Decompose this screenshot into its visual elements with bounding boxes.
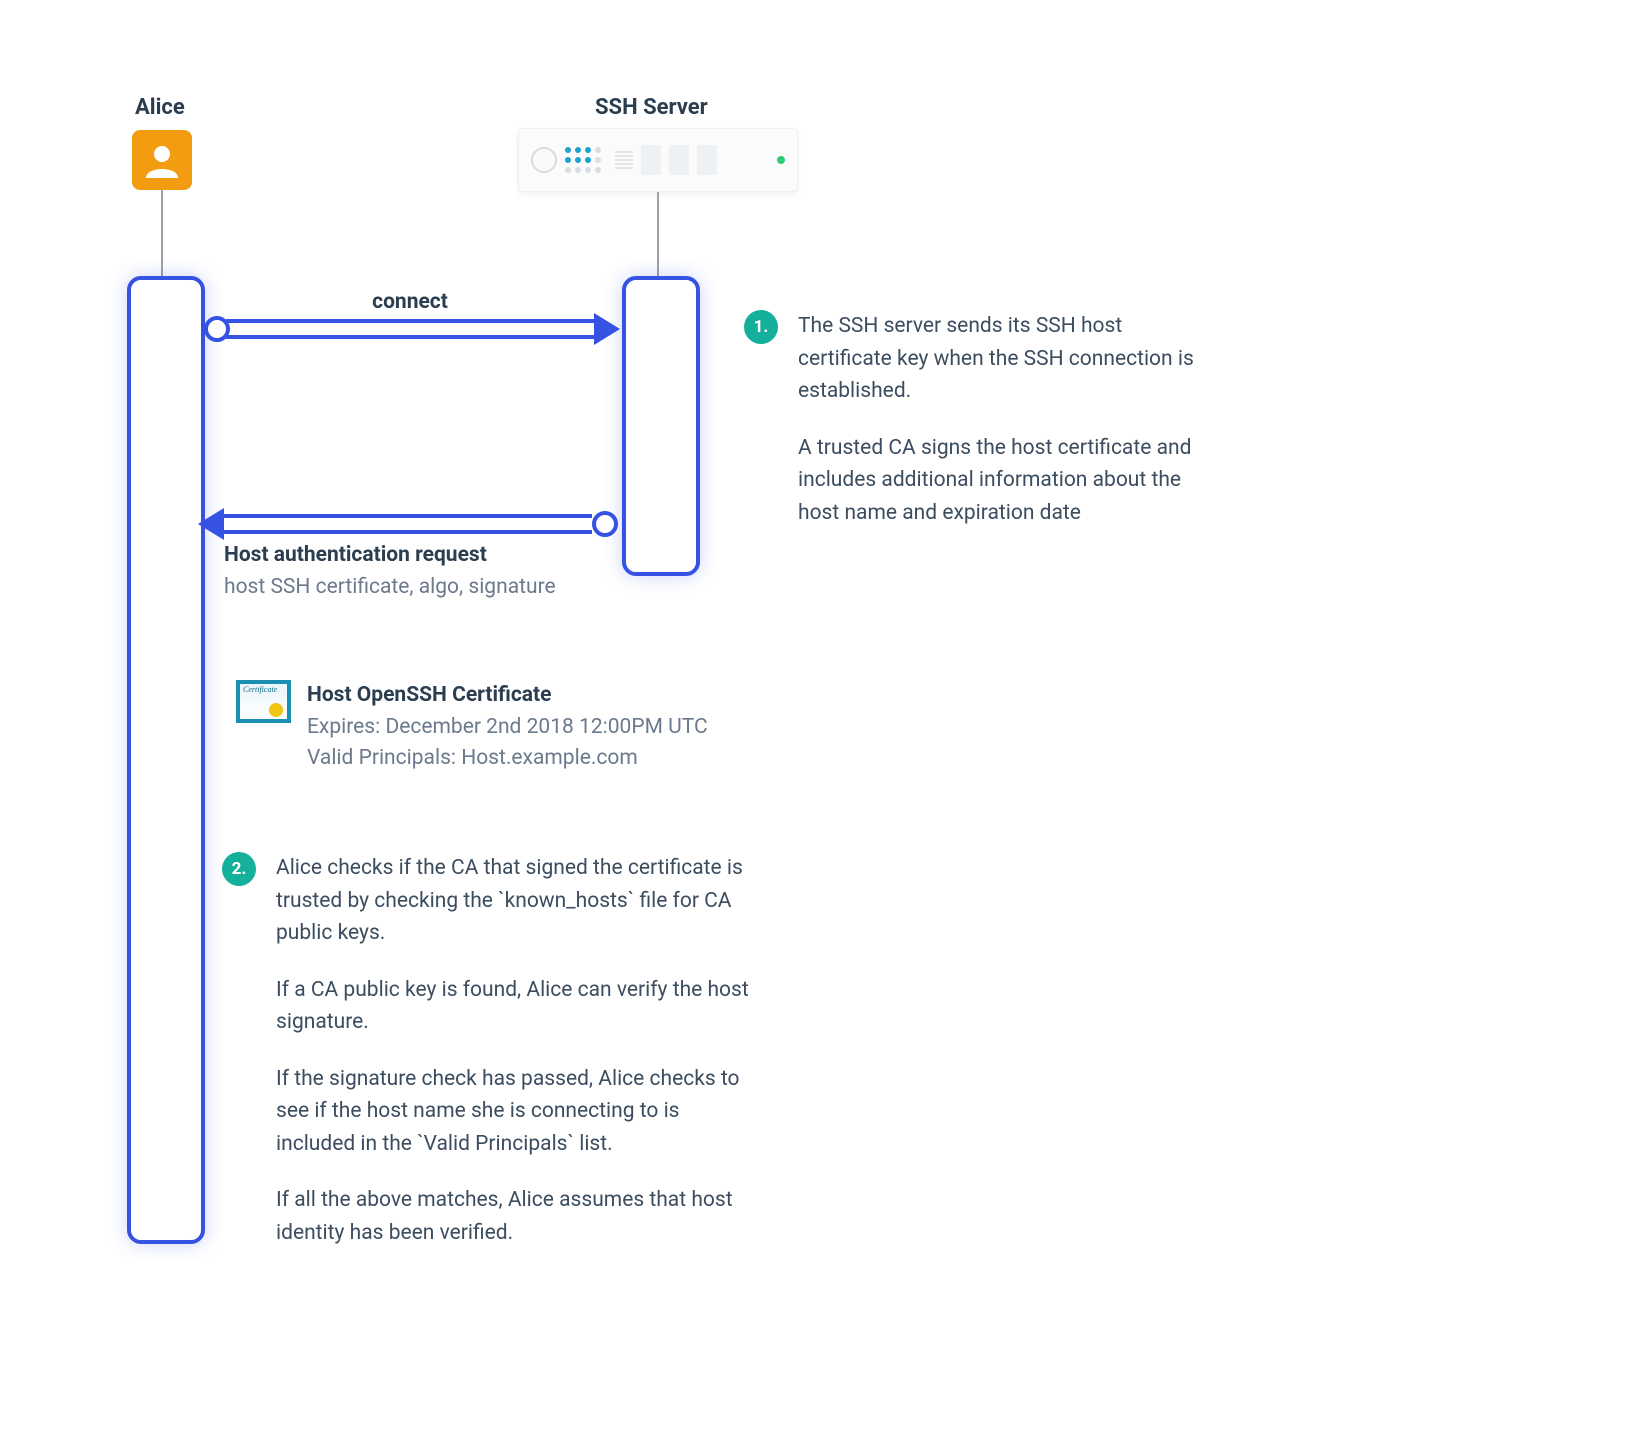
- actor-label-server: SSH Server: [595, 95, 708, 120]
- certificate-block: Certificate Host OpenSSH Certificate Exp…: [236, 680, 708, 775]
- certificate-title: Host OpenSSH Certificate: [307, 680, 708, 712]
- actor-label-alice: Alice: [135, 95, 185, 120]
- step-2: 2. Alice checks if the CA that signed th…: [222, 852, 752, 1273]
- arrow-connect: [226, 319, 594, 339]
- arrow-label-connect: connect: [350, 290, 470, 314]
- lifeline-alice: [127, 276, 205, 1244]
- certificate-info: Host OpenSSH Certificate Expires: Decemb…: [307, 680, 708, 775]
- step-1-text: The SSH server sends its SSH host certif…: [798, 310, 1194, 553]
- certificate-expires: Expires: December 2nd 2018 12:00PM UTC: [307, 712, 708, 744]
- connector-line: [161, 190, 163, 276]
- certificate-principals: Valid Principals: Host.example.com: [307, 743, 708, 775]
- arrow-origin-circle: [592, 511, 618, 537]
- person-icon: [142, 140, 182, 180]
- host-auth-subtitle: host SSH certificate, algo, signature: [224, 572, 556, 604]
- user-avatar-icon: [132, 130, 192, 190]
- host-auth-title: Host authentication request: [224, 540, 556, 572]
- step-1: 1. The SSH server sends its SSH host cer…: [744, 310, 1194, 553]
- step-badge-1: 1.: [744, 310, 778, 344]
- server-icon: [518, 128, 798, 192]
- arrow-head-icon: [198, 508, 224, 540]
- arrow-host-auth: [224, 514, 592, 534]
- lifeline-server: [622, 276, 700, 576]
- arrow-label-host-auth: Host authentication request host SSH cer…: [224, 540, 556, 603]
- certificate-icon: Certificate: [236, 680, 291, 723]
- arrow-head-icon: [594, 313, 620, 345]
- diagram-canvas: Alice SSH Server connect Host authenti: [0, 0, 1638, 1432]
- connector-line: [657, 192, 659, 276]
- step-2-text: Alice checks if the CA that signed the c…: [276, 852, 752, 1273]
- step-badge-2: 2.: [222, 852, 256, 886]
